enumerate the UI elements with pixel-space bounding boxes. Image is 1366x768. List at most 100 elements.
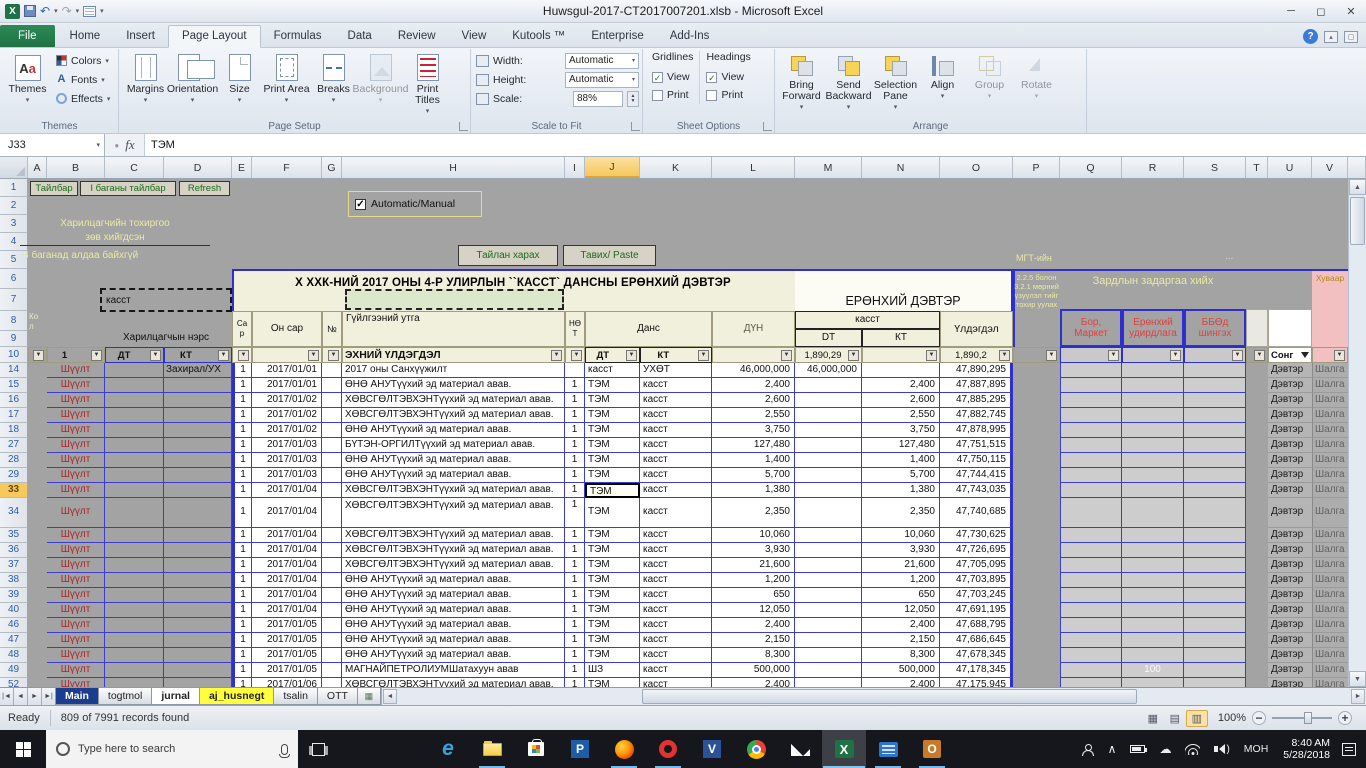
cell-kasst-kt[interactable]: 2,400 (862, 678, 940, 687)
cell-credit-account[interactable]: касст (640, 453, 712, 468)
cell-kasst-kt[interactable]: 650 (862, 588, 940, 603)
cell-c[interactable] (105, 573, 164, 588)
cell-devter[interactable]: Дэвтэр (1268, 483, 1312, 498)
normal-view-button[interactable]: ▦ (1142, 710, 1164, 727)
cell-p[interactable] (1013, 603, 1060, 618)
cell-credit-account[interactable]: касст (640, 543, 712, 558)
cell-amount[interactable]: 2,400 (712, 378, 795, 393)
cell-debit-account[interactable]: ТЭМ (585, 483, 640, 498)
cell-shalga[interactable]: Шалга (1312, 648, 1348, 663)
cell-month[interactable]: 1 (232, 633, 252, 648)
cell-c[interactable] (105, 363, 164, 378)
header-kasst[interactable]: касст (795, 311, 940, 329)
filter-v[interactable]: ▼ (1312, 347, 1348, 363)
filter-col-c[interactable]: ДТ▼ (105, 347, 164, 363)
cell-bor-market[interactable] (1060, 378, 1122, 393)
cell-kasst-kt[interactable]: 1,200 (862, 573, 940, 588)
cell-date[interactable]: 2017/01/04 (252, 543, 322, 558)
themes-button[interactable]: Aa Themes▾ (4, 51, 51, 106)
cell-debit-account[interactable]: ТЭМ (585, 438, 640, 453)
filter-dt[interactable]: ДТ▼ (585, 347, 640, 363)
cell-general-mgmt[interactable] (1122, 678, 1184, 687)
cell-date[interactable]: 2017/01/04 (252, 483, 322, 498)
filter-uldegdel[interactable]: 1,890,2▼ (940, 347, 1013, 363)
maximize-button[interactable]: ◻ (1306, 1, 1336, 21)
cell-credit-account[interactable]: касст (640, 633, 712, 648)
cell-filter-flag[interactable]: Шүүлт (47, 558, 105, 573)
cell-a[interactable] (28, 663, 47, 678)
microphone-icon[interactable] (281, 744, 288, 755)
cell-bor-market[interactable] (1060, 363, 1122, 378)
cell-t[interactable] (1246, 438, 1268, 453)
cell-credit-account[interactable]: касст (640, 573, 712, 588)
cell-bbod[interactable] (1184, 603, 1246, 618)
cell-kasst-dt[interactable] (795, 483, 862, 498)
cell-debit-account[interactable]: ТЭМ (585, 633, 640, 648)
cell-date[interactable]: 2017/01/02 (252, 423, 322, 438)
cell-balance[interactable]: 47,890,295 (940, 363, 1013, 378)
filter-dt-kasst[interactable]: 1,890,29▼ (795, 347, 862, 363)
cell-month[interactable]: 1 (232, 558, 252, 573)
cell-bor-market[interactable] (1060, 663, 1122, 678)
cell-no[interactable] (322, 588, 342, 603)
cell-description[interactable]: МАГНАЙПЕТРОЛИУМШатахуун авав (342, 663, 565, 678)
cell-not[interactable]: 1 (565, 573, 585, 588)
cell-amount[interactable]: 8,300 (712, 648, 795, 663)
cell-debit-account[interactable]: ТЭМ (585, 453, 640, 468)
taskbar-visio[interactable]: V (690, 730, 734, 768)
cell-description[interactable]: ХӨВСГӨЛТЭВХЭНТүүхий эд материал авав. (342, 498, 565, 528)
row-header[interactable]: 6 (0, 269, 28, 289)
cell-p[interactable] (1013, 498, 1060, 528)
cell-c[interactable] (105, 528, 164, 543)
cell-t[interactable] (1246, 498, 1268, 528)
cell-shalga[interactable]: Шалга (1312, 408, 1348, 423)
taskbar-excel[interactable]: X (822, 730, 866, 768)
cell-debit-account[interactable]: ТЭМ (585, 423, 640, 438)
page-layout-view-button[interactable]: ▤ (1164, 710, 1186, 727)
cell-description[interactable]: ХӨВСГӨЛТЭВХЭНТүүхий эд материал авав. (342, 543, 565, 558)
cell-not[interactable]: 1 (565, 543, 585, 558)
cell-filter-flag[interactable]: Шүүлт (47, 438, 105, 453)
cell-general-mgmt[interactable] (1122, 468, 1184, 483)
cell-t[interactable] (1246, 378, 1268, 393)
next-sheet-button[interactable]: ► (28, 688, 42, 705)
cell-devter[interactable]: Дэвтэр (1268, 453, 1312, 468)
filter-kt-kasst[interactable]: ▼ (862, 347, 940, 363)
row-header[interactable]: 16 (0, 393, 28, 408)
cell-bor-market[interactable] (1060, 543, 1122, 558)
cell-general-mgmt[interactable] (1122, 498, 1184, 528)
automatic-manual-checkbox[interactable]: ✓ (355, 199, 366, 210)
cell-month[interactable]: 1 (232, 543, 252, 558)
cell-kasst-kt[interactable]: 500,000 (862, 663, 940, 678)
cell-no[interactable] (322, 393, 342, 408)
column-header[interactable]: I (565, 157, 585, 178)
cell-kasst-kt[interactable]: 1,400 (862, 453, 940, 468)
cell-date[interactable]: 2017/01/05 (252, 633, 322, 648)
column-header[interactable]: K (640, 157, 712, 178)
cell-a[interactable] (28, 633, 47, 648)
cell-debit-account[interactable]: ТЭМ (585, 543, 640, 558)
cell-c[interactable] (105, 498, 164, 528)
cell-bor-market[interactable] (1060, 528, 1122, 543)
cell-balance[interactable]: 47,885,295 (940, 393, 1013, 408)
cell-bor-market[interactable] (1060, 573, 1122, 588)
cell-shalga[interactable]: Шалга (1312, 528, 1348, 543)
header-kt-kasst[interactable]: КТ (862, 329, 940, 347)
cell-devter[interactable]: Дэвтэр (1268, 588, 1312, 603)
cell-shalga[interactable]: Шалга (1312, 453, 1348, 468)
cell-amount[interactable]: 2,550 (712, 408, 795, 423)
cell-kasst-dt[interactable] (795, 618, 862, 633)
cell-kasst-kt[interactable]: 10,060 (862, 528, 940, 543)
cell-bbod[interactable] (1184, 663, 1246, 678)
ribbon-tab[interactable]: Kutools ™ (499, 26, 578, 47)
cell-amount[interactable]: 12,050 (712, 603, 795, 618)
width-combo[interactable]: Automatic▾ (565, 53, 639, 69)
cell-general-mgmt[interactable] (1122, 633, 1184, 648)
cell-bor-market[interactable] (1060, 633, 1122, 648)
cell-general-mgmt[interactable] (1122, 438, 1184, 453)
cell-month[interactable]: 1 (232, 603, 252, 618)
tray-chevron-icon[interactable]: ∧ (1108, 742, 1117, 756)
cell-d[interactable] (164, 528, 232, 543)
cell-p[interactable] (1013, 468, 1060, 483)
cell-devter[interactable]: Дэвтэр (1268, 558, 1312, 573)
